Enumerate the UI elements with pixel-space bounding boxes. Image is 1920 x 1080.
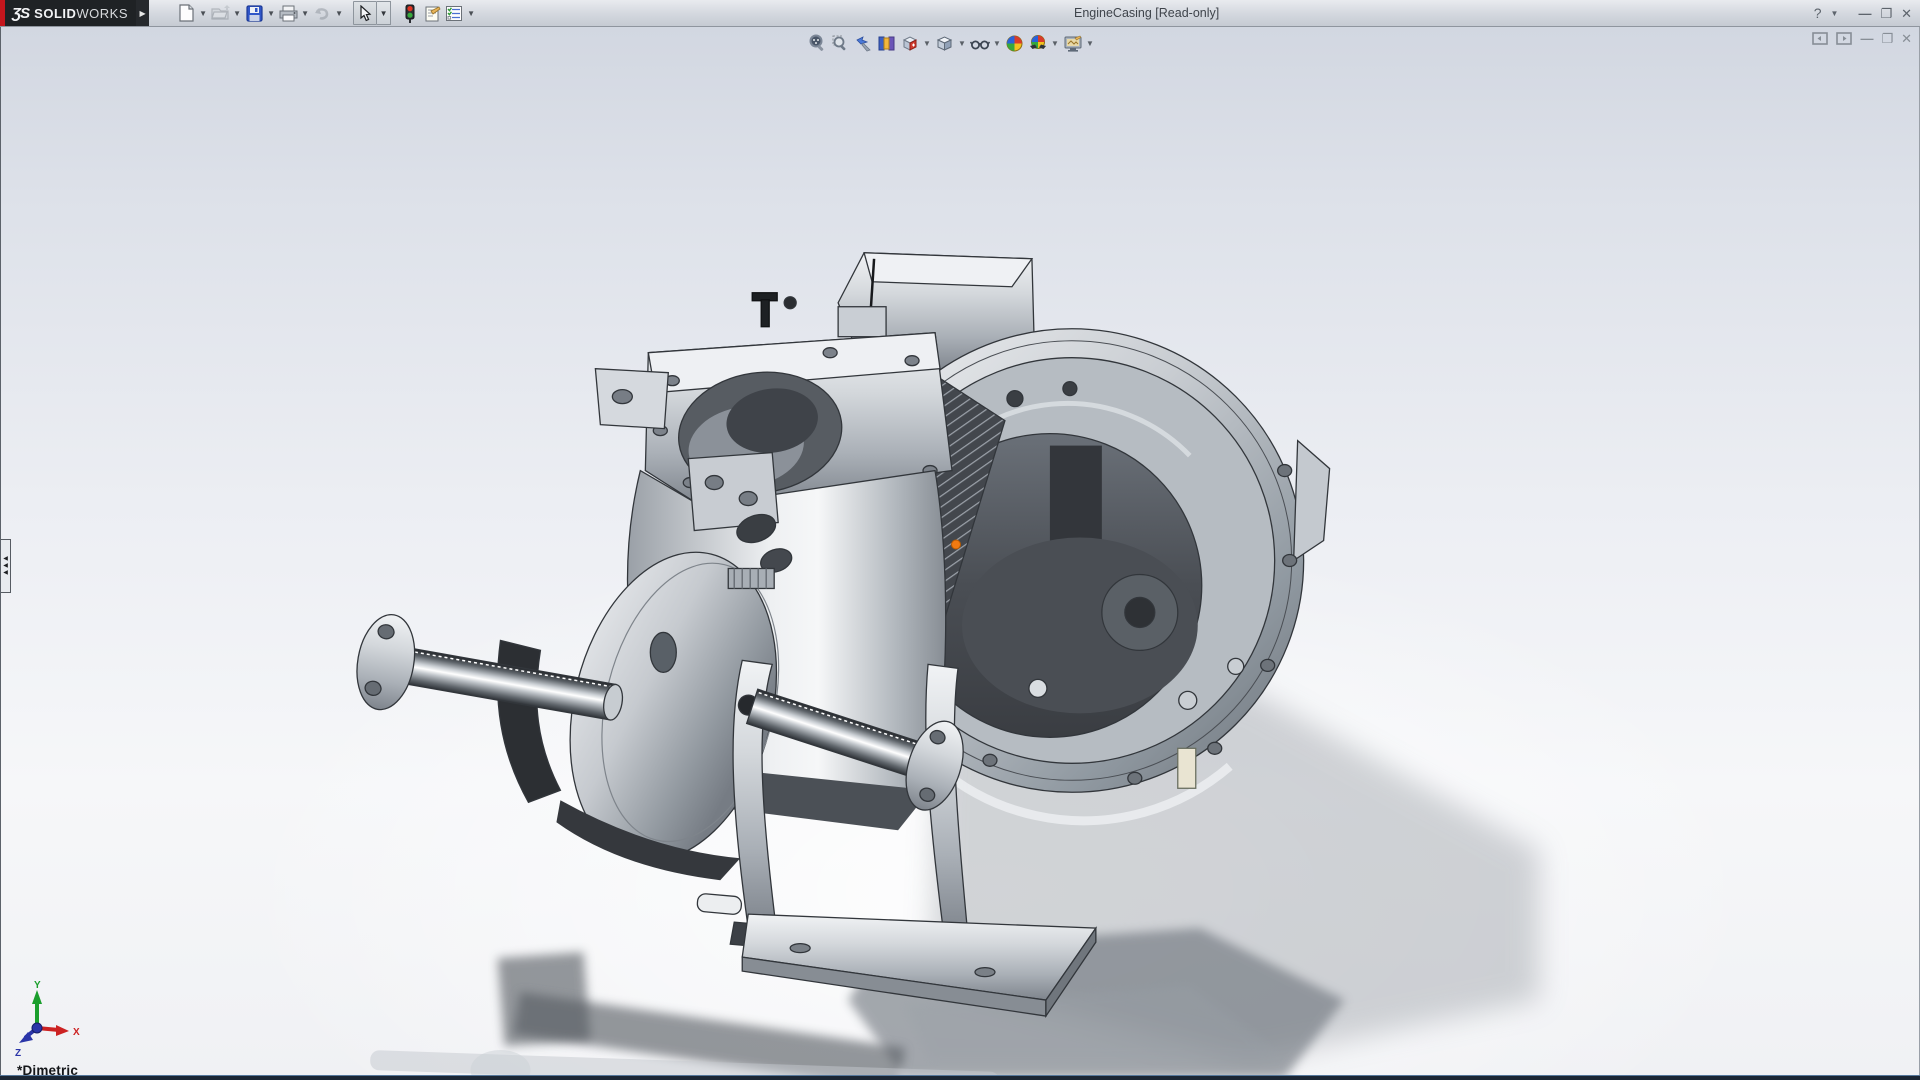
options-checklist-icon bbox=[445, 5, 463, 22]
collapse-arrow-icon: ◀ bbox=[3, 564, 8, 568]
section-view-icon bbox=[877, 34, 896, 53]
view-orientation-icon bbox=[900, 34, 919, 53]
brand-mark: ƷS bbox=[12, 5, 29, 22]
brand-name-bold: SOLID bbox=[34, 6, 76, 21]
view-settings-dropdown[interactable]: ▼ bbox=[1085, 39, 1095, 48]
graphics-viewport[interactable]: ▼ ▼ ▼ bbox=[0, 27, 1920, 1080]
view-orientation-dropdown[interactable]: ▼ bbox=[922, 39, 932, 48]
headsup-view-toolbar: ▼ ▼ ▼ bbox=[807, 33, 1095, 54]
display-style-dropdown[interactable]: ▼ bbox=[957, 39, 967, 48]
engine-casing-3d-model[interactable] bbox=[1, 27, 1919, 1080]
hide-show-items-dropdown[interactable]: ▼ bbox=[992, 39, 1002, 48]
file-properties-icon bbox=[423, 5, 441, 22]
section-view-button[interactable] bbox=[876, 33, 897, 54]
zoom-to-fit-icon bbox=[808, 34, 827, 53]
open-button[interactable] bbox=[209, 2, 231, 24]
view-settings-monitor-icon bbox=[1063, 35, 1083, 53]
print-button[interactable] bbox=[277, 2, 299, 24]
previous-view-icon bbox=[854, 34, 873, 53]
x-axis-label: X bbox=[73, 1027, 80, 1038]
apply-scene-dropdown[interactable]: ▼ bbox=[1050, 39, 1060, 48]
document-window-controls: — ❐ ✕ bbox=[1812, 32, 1912, 45]
flyout-arrow-icon: ▶ bbox=[139, 9, 145, 18]
show-left-pane-button[interactable] bbox=[1812, 32, 1828, 45]
save-dropdown[interactable]: ▼ bbox=[265, 2, 277, 24]
standard-toolbar: ▼ ▼ ▼ ▼ bbox=[175, 0, 477, 26]
hide-show-items-glasses-icon bbox=[970, 34, 990, 53]
minimize-document-button[interactable]: — bbox=[1860, 32, 1873, 45]
select-dropdown[interactable]: ▼ bbox=[377, 1, 391, 25]
print-dropdown[interactable]: ▼ bbox=[299, 2, 311, 24]
restore-window-button[interactable]: ❐ bbox=[1880, 7, 1892, 20]
undo-icon bbox=[313, 5, 331, 22]
close-document-button[interactable]: ✕ bbox=[1901, 32, 1912, 45]
window-controls: ? ▼ — ❐ ✕ bbox=[1814, 0, 1912, 26]
zoom-to-area-button[interactable] bbox=[830, 33, 851, 54]
window-title: EngineCasing [Read-only] bbox=[1074, 6, 1219, 20]
selection-point-marker[interactable] bbox=[952, 540, 961, 549]
select-cursor-icon bbox=[358, 5, 372, 22]
zoom-to-area-icon bbox=[831, 34, 850, 53]
select-tool-button[interactable] bbox=[353, 1, 377, 25]
help-dropdown[interactable]: ▼ bbox=[1831, 9, 1839, 18]
collapse-arrow-icon: ◀ bbox=[3, 557, 8, 561]
feature-tree-flyout-tab[interactable]: ◀ ◀ ◀ bbox=[1, 539, 11, 593]
title-bar: ƷS SOLID WORKS ▶ ▼ ▼ bbox=[0, 0, 1920, 27]
save-button[interactable] bbox=[243, 2, 265, 24]
undo-button[interactable] bbox=[311, 2, 333, 24]
display-style-icon bbox=[935, 34, 954, 53]
view-orientation-button[interactable] bbox=[899, 33, 920, 54]
display-style-button[interactable] bbox=[934, 33, 955, 54]
z-axis-label: Z bbox=[15, 1048, 21, 1059]
apply-scene-button[interactable] bbox=[1027, 33, 1048, 54]
zoom-to-fit-button[interactable] bbox=[807, 33, 828, 54]
menu-flyout-button[interactable]: ▶ bbox=[136, 0, 149, 26]
open-icon bbox=[211, 5, 230, 21]
show-right-pane-button[interactable] bbox=[1836, 32, 1852, 45]
options-dropdown[interactable]: ▼ bbox=[465, 2, 477, 24]
help-button[interactable]: ? bbox=[1814, 6, 1822, 20]
minimize-window-button[interactable]: — bbox=[1858, 7, 1871, 20]
undo-dropdown[interactable]: ▼ bbox=[333, 2, 345, 24]
edit-appearance-button[interactable] bbox=[1004, 33, 1025, 54]
save-icon bbox=[246, 5, 263, 22]
apply-scene-icon bbox=[1028, 34, 1048, 53]
edit-appearance-ball-icon bbox=[1005, 34, 1024, 53]
hide-show-items-button[interactable] bbox=[969, 33, 990, 54]
new-document-icon bbox=[178, 4, 195, 22]
view-settings-button[interactable] bbox=[1062, 33, 1083, 54]
new-document-button[interactable] bbox=[175, 2, 197, 24]
previous-view-button[interactable] bbox=[853, 33, 874, 54]
brand-name-light: WORKS bbox=[76, 6, 128, 21]
options-button[interactable] bbox=[443, 2, 465, 24]
open-dropdown[interactable]: ▼ bbox=[231, 2, 243, 24]
y-axis-label: Y bbox=[34, 980, 41, 991]
rebuild-traffic-light-icon bbox=[405, 4, 415, 23]
solidworks-logo: ƷS SOLID WORKS bbox=[5, 0, 136, 26]
new-dropdown[interactable]: ▼ bbox=[197, 2, 209, 24]
close-window-button[interactable]: ✕ bbox=[1901, 7, 1912, 20]
window-bottom-edge bbox=[0, 1075, 1920, 1080]
restore-document-button[interactable]: ❐ bbox=[1881, 32, 1893, 45]
collapse-arrow-icon: ◀ bbox=[3, 571, 8, 575]
rebuild-button[interactable] bbox=[399, 2, 421, 24]
file-properties-button[interactable] bbox=[421, 2, 443, 24]
print-icon bbox=[279, 5, 298, 22]
